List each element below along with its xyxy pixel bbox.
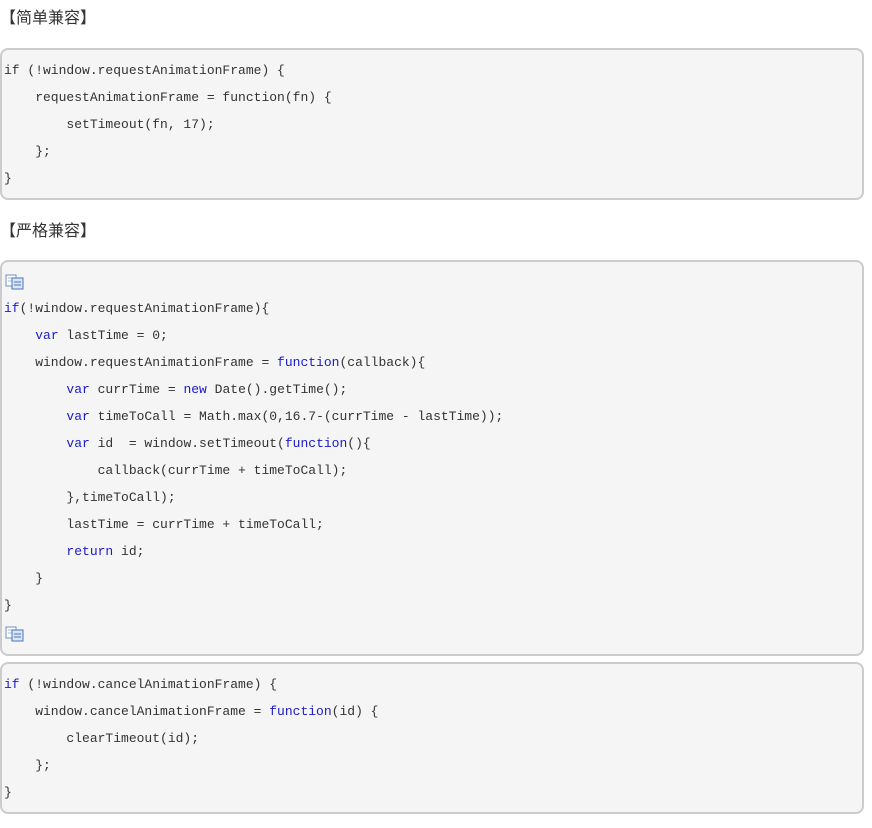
- code-block-strict: if(!window.requestAnimationFrame){ var l…: [0, 260, 864, 656]
- code-text: };: [4, 144, 51, 159]
- code-keyword: var: [66, 436, 90, 451]
- code-line: clearTimeout(id);: [4, 730, 199, 748]
- code-text: };: [4, 758, 51, 773]
- code-keyword: function: [284, 436, 348, 451]
- code-keyword: if: [4, 677, 20, 692]
- code-text: timeToCall = Math.max(0,16.7-(currTime -…: [89, 409, 504, 424]
- code-text: id;: [113, 544, 145, 559]
- code-keyword: var: [66, 382, 90, 397]
- code-text: requestAnimationFrame = function(fn) {: [4, 90, 332, 105]
- code-text: },timeToCall);: [4, 490, 176, 505]
- code-keyword: new: [183, 382, 207, 397]
- code-line: }: [4, 597, 12, 615]
- code-text: (id) {: [331, 704, 379, 719]
- code-keyword: var: [35, 328, 59, 343]
- code-text: }: [4, 571, 44, 586]
- code-text: setTimeout(fn, 17);: [4, 117, 215, 132]
- code-text: window.requestAnimationFrame =: [4, 355, 278, 370]
- code-text: (){: [347, 436, 371, 451]
- code-text: if (!window.requestAnimationFrame) {: [4, 63, 285, 78]
- code-line: return id;: [4, 543, 144, 561]
- code-line: var lastTime = 0;: [4, 327, 168, 345]
- code-line: setTimeout(fn, 17);: [4, 116, 215, 134]
- code-block-cancel: if (!window.cancelAnimationFrame) { wind…: [0, 662, 864, 814]
- code-text: }: [4, 171, 12, 186]
- code-text: }: [4, 598, 12, 613]
- code-line: window.cancelAnimationFrame = function(i…: [4, 703, 378, 721]
- code-line: var timeToCall = Math.max(0,16.7-(currTi…: [4, 408, 503, 426]
- code-line: requestAnimationFrame = function(fn) {: [4, 89, 332, 107]
- code-line: lastTime = currTime + timeToCall;: [4, 516, 324, 534]
- code-line: }: [4, 784, 12, 802]
- code-block-simple: if (!window.requestAnimationFrame) { req…: [0, 48, 864, 200]
- heading-simple-compat: 【简单兼容】: [0, 8, 97, 27]
- code-text: lastTime = currTime + timeToCall;: [4, 517, 324, 532]
- code-text: clearTimeout(id);: [4, 731, 200, 746]
- code-line: };: [4, 757, 51, 775]
- code-text: (callback){: [339, 355, 426, 370]
- code-line: window.requestAnimationFrame = function(…: [4, 354, 425, 372]
- code-line: if (!window.requestAnimationFrame) {: [4, 62, 285, 80]
- code-text: window.cancelAnimationFrame =: [4, 704, 270, 719]
- code-line: if (!window.cancelAnimationFrame) {: [4, 676, 277, 694]
- code-text: currTime =: [89, 382, 184, 397]
- code-line: var id = window.setTimeout(function(){: [4, 435, 371, 453]
- code-keyword: return: [66, 544, 114, 559]
- code-text: }: [4, 785, 12, 800]
- code-line: callback(currTime + timeToCall);: [4, 462, 348, 480]
- code-text: Date().getTime();: [206, 382, 348, 397]
- code-line: };: [4, 143, 51, 161]
- code-line: }: [4, 170, 12, 188]
- copy-code-icon[interactable]: [5, 626, 25, 642]
- code-keyword: function: [277, 355, 340, 370]
- copy-code-icon[interactable]: [5, 274, 25, 290]
- code-line: }: [4, 570, 43, 588]
- code-keyword: if: [4, 301, 20, 316]
- code-line: },timeToCall);: [4, 489, 176, 507]
- code-line: if(!window.requestAnimationFrame){: [4, 300, 269, 318]
- code-keyword: var: [66, 409, 90, 424]
- code-text: callback(currTime + timeToCall);: [4, 463, 348, 478]
- heading-strict-compat: 【严格兼容】: [0, 221, 97, 240]
- code-text: (!window.requestAnimationFrame){: [19, 301, 270, 316]
- code-text: lastTime = 0;: [58, 328, 168, 343]
- code-text: (!window.cancelAnimationFrame) {: [19, 677, 278, 692]
- code-line: var currTime = new Date().getTime();: [4, 381, 347, 399]
- code-text: id = window.setTimeout(: [89, 436, 285, 451]
- code-keyword: function: [269, 704, 332, 719]
